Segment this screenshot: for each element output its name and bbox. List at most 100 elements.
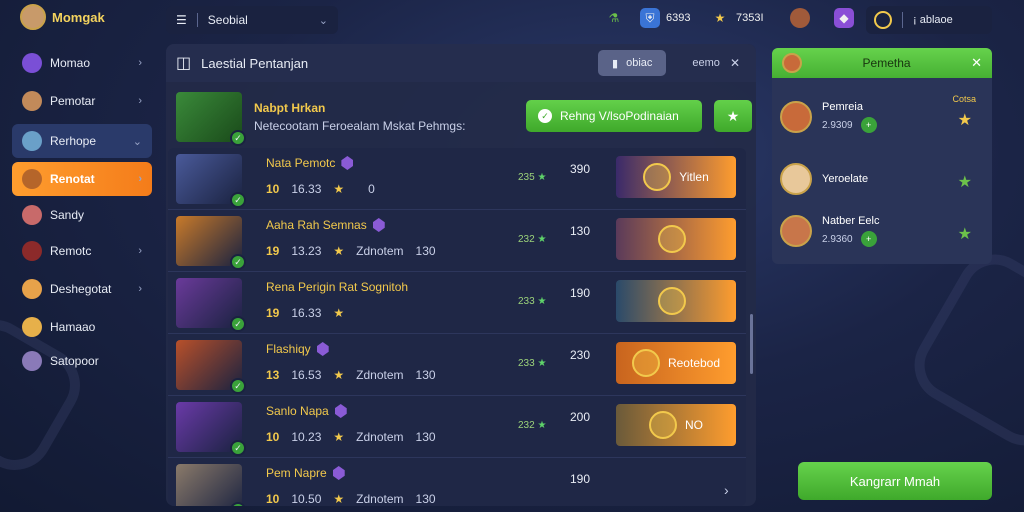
- row-points: 233 ★: [518, 296, 547, 307]
- player-avatar-icon[interactable]: [20, 4, 46, 30]
- star-stat[interactable]: ★ 7353I: [710, 8, 764, 28]
- reward-card-label: NO: [685, 418, 703, 432]
- scrollbar[interactable]: [750, 314, 753, 374]
- row-extra: Zdnotem: [356, 492, 404, 506]
- chevron-right-icon: ›: [138, 95, 142, 107]
- sidebar-item[interactable]: Sandy: [12, 198, 152, 232]
- reward-card[interactable]: [616, 218, 736, 260]
- favorite-button[interactable]: ★: [714, 100, 752, 132]
- purple-gem-icon: [332, 466, 345, 480]
- star-icon: ★: [333, 182, 345, 196]
- panel-icon: ◫: [176, 55, 192, 72]
- chevron-right-icon[interactable]: ›: [724, 482, 729, 498]
- purple-gem-icon: [341, 156, 354, 170]
- table-row[interactable]: ✓ Flashiqy 13 16.53 ★ Zdnotem 130 233 ★ 230 Reote…: [168, 334, 746, 396]
- shield-icon: ⛨: [640, 8, 660, 28]
- friend-name: Yeroelate: [822, 173, 869, 185]
- friend-tag: Cotsa: [952, 94, 976, 104]
- row-name: Pem Napre: [266, 466, 345, 480]
- hero-action-button[interactable]: ✓ Rehng V/lsoPodinaian: [526, 100, 702, 132]
- add-icon[interactable]: +: [860, 117, 877, 133]
- row-level: 19: [266, 244, 280, 258]
- sidebar-item[interactable]: Momao ›: [12, 46, 152, 80]
- star-icon[interactable]: ★: [958, 224, 972, 244]
- row-value: 16.53: [291, 368, 322, 382]
- table-row[interactable]: ✓ Nata Pemotc 10 16.33 ★ 0 235 ★ 390 Yitlen: [168, 148, 746, 210]
- table-row[interactable]: ✓ Sanlo Napa 10 10.23 ★ Zdnotem 130 232 ★ 200 NO: [168, 396, 746, 458]
- right-panel-header: Pemetha ✕: [772, 48, 992, 78]
- reward-card[interactable]: NO: [616, 404, 736, 446]
- hero-name: Nabpt Hrkan: [254, 101, 326, 115]
- gem-icon: [22, 351, 42, 371]
- row-value: 13.23: [291, 244, 322, 258]
- star-icon: ★: [333, 492, 345, 506]
- panel-title: Laestial Pentanjan: [201, 55, 309, 71]
- add-icon[interactable]: +: [860, 231, 877, 247]
- sidebar-item[interactable]: Deshegotat ›: [12, 272, 152, 306]
- hero-portrait[interactable]: ✓: [176, 92, 246, 146]
- reward-card[interactable]: [616, 280, 736, 322]
- gem-stat[interactable]: ◆: [834, 8, 854, 28]
- currency-box[interactable]: ¡ ablaoe: [866, 6, 992, 34]
- table-row[interactable]: ✓ Aaha Rah Semnas 19 13.23 ★ Zdnotem 130 232 ★ 1…: [168, 210, 746, 272]
- main-panel-header: ◫ Laestial Pentanjan ▮ obiac eemo ✕: [166, 44, 756, 82]
- row-points: 232 ★: [518, 234, 547, 245]
- reward-icon: [643, 163, 672, 191]
- shield-stat[interactable]: ⛨ 6393: [640, 8, 690, 28]
- hero-portrait[interactable]: ✓: [176, 402, 246, 456]
- row-extra2: 130: [415, 368, 436, 382]
- brand-name: Momgak: [52, 9, 105, 25]
- friend-avatar-icon: [780, 215, 812, 247]
- star-icon[interactable]: ★: [958, 110, 972, 130]
- reward-icon: [631, 349, 660, 377]
- hero-portrait[interactable]: ✓: [176, 216, 246, 270]
- row-extra2: 130: [415, 492, 436, 506]
- top-selector-label: Seobial: [207, 13, 248, 27]
- row-name: Flashiqy: [266, 342, 329, 356]
- brand[interactable]: Momgak: [20, 4, 105, 30]
- hero-stat[interactable]: [790, 8, 810, 28]
- tab-active[interactable]: ▮ obiac: [598, 50, 667, 76]
- star-icon[interactable]: ★: [958, 172, 972, 192]
- sidebar-item[interactable]: Remotc ›: [12, 234, 152, 268]
- shield-icon: [22, 53, 42, 73]
- sidebar-item[interactable]: Pemotar ›: [12, 84, 152, 118]
- blue-shield-icon: [372, 218, 385, 232]
- featured-hero: ✓ Nabpt Hrkan Netecootam Feroealam Mskat…: [176, 90, 752, 146]
- hero-portrait[interactable]: ✓: [176, 340, 246, 394]
- close-icon[interactable]: ✕: [971, 55, 982, 71]
- row-level: 10: [266, 430, 280, 444]
- friend-item[interactable]: Pemreia 2.9309 + Cotsa ★: [780, 92, 984, 142]
- sidebar-item[interactable]: Renotat ›: [12, 162, 152, 196]
- shield-stat-value: 6393: [666, 12, 691, 24]
- row-stats: 10 10.50 ★ Zdnotem 130: [266, 492, 436, 506]
- row-score: 190: [570, 286, 591, 300]
- friend-item[interactable]: Natber Eelc 2.9360 + ★: [780, 206, 984, 256]
- hero-portrait[interactable]: ✓: [176, 278, 246, 332]
- close-icon[interactable]: ✕: [730, 56, 740, 70]
- check-icon: ✓: [538, 109, 552, 123]
- chevron-right-icon: ›: [138, 173, 142, 185]
- orange-gem-icon: [316, 342, 329, 356]
- reward-card[interactable]: Reotebod: [616, 342, 736, 384]
- hero-portrait[interactable]: ✓: [176, 154, 246, 208]
- table-row[interactable]: ✓ Pem Napre 10 10.50 ★ Zdnotem 130 190 ›: [168, 458, 746, 506]
- star-icon: ★: [333, 430, 345, 444]
- menu-icon[interactable]: ☰: [176, 13, 187, 27]
- sidebar-item[interactable]: Hamaao: [12, 310, 152, 344]
- friend-item[interactable]: Yeroelate ★: [780, 154, 984, 204]
- top-selector[interactable]: ☰ Seobial ⌄: [166, 6, 338, 34]
- sidebar-item[interactable]: Satopoor: [12, 344, 152, 378]
- footer-action-button[interactable]: Kangrarr Mmah: [798, 462, 992, 500]
- sidebar-item[interactable]: Rerhope ⌄: [12, 124, 152, 158]
- tab-other[interactable]: eemo: [692, 57, 720, 69]
- right-panel-title: Pemetha: [862, 56, 911, 70]
- hero-portrait[interactable]: ✓: [176, 464, 246, 506]
- table-row[interactable]: ✓ Rena Perigin Rat Sognitoh 19 16.33 ★ 233 ★ 1…: [168, 272, 746, 334]
- reward-card[interactable]: Yitlen: [616, 156, 736, 198]
- potion-stat[interactable]: ⚗: [604, 8, 624, 28]
- hero-avatar-icon: [782, 53, 802, 73]
- row-value: 10.23: [291, 430, 322, 444]
- chevron-right-icon: ›: [138, 57, 142, 69]
- star-icon: ★: [537, 172, 547, 183]
